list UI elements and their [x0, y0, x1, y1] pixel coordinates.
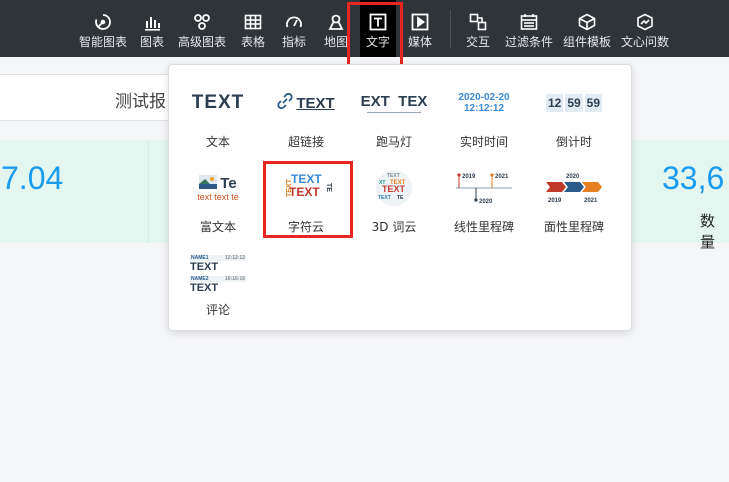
menu-item-hyperlink[interactable]: TEXT 超链接	[259, 75, 353, 155]
toolbar-text[interactable]: 文字	[360, 0, 396, 57]
toolbar-divider	[450, 10, 451, 48]
hyperlink-preview: TEXT	[296, 94, 335, 112]
kpi-left-value: 7.04	[1, 160, 64, 196]
svg-text:2019: 2019	[462, 174, 476, 180]
svg-text:TE: TE	[397, 195, 404, 201]
text-icon	[368, 12, 388, 32]
menu-item-realtime[interactable]: 2020-02-20 12:12:12 实时时间	[437, 75, 531, 155]
media-play-icon	[410, 12, 430, 32]
countdown-minutes: 59	[565, 94, 583, 112]
toolbar-table[interactable]: 表格	[237, 0, 269, 57]
filter-calendar-icon	[519, 12, 539, 32]
toolbar-advanced-chart[interactable]: 高级图表	[177, 0, 227, 57]
kpi-right-value: 33,6	[662, 160, 725, 196]
top-toolbar: 智能图表 图表 高级图表 表格 指标 地图 文字 媒体 交互 过滤条件 组件模板…	[0, 0, 729, 57]
marquee-preview: EXT TEX	[360, 93, 428, 110]
svg-text:2020: 2020	[479, 199, 493, 205]
svg-text:2020: 2020	[566, 174, 580, 180]
smart-chart-icon	[93, 12, 113, 32]
rich-text-preview: Te	[220, 174, 237, 192]
image-icon	[199, 175, 218, 191]
toolbar-map[interactable]: 地图	[320, 0, 352, 57]
link-icon	[277, 92, 293, 113]
menu-item-text[interactable]: TEXT 文本	[171, 75, 265, 155]
toolbar-chart[interactable]: 图表	[136, 0, 168, 57]
svg-text:TEXT: TEXT	[289, 185, 320, 199]
menu-item-marquee[interactable]: EXT TEX 跑马灯	[347, 75, 441, 155]
svg-text:2019: 2019	[548, 198, 562, 204]
interaction-icon	[468, 12, 488, 32]
toolbar-component-template[interactable]: 组件模板	[562, 0, 612, 57]
linear-milestone-preview: 2019 2021 2020	[454, 166, 514, 210]
text-component-menu: TEXT 文本 TEXT 超链接 EXT TEX 跑马灯 2020-02-20 …	[168, 64, 632, 331]
svg-text:TE: TE	[325, 183, 332, 192]
countdown-seconds: 59	[584, 94, 603, 112]
svg-text:TEXT: TEXT	[291, 172, 322, 186]
toolbar-media[interactable]: 媒体	[404, 0, 436, 57]
menu-item-rich-text[interactable]: Te text text te 富文本	[171, 160, 265, 240]
rich-text-subline: text text te	[197, 191, 239, 202]
menu-item-countdown[interactable]: 12 59 59 倒计时	[527, 75, 621, 155]
wenxin-icon	[635, 12, 655, 32]
map-pin-icon	[326, 12, 346, 32]
bar-chart-icon	[142, 12, 162, 32]
svg-text:TEXT: TEXT	[286, 178, 293, 197]
realtime-time: 12:12:12	[463, 103, 505, 114]
toolbar-wenxin[interactable]: 文心问数	[620, 0, 670, 57]
toolbar-indicator[interactable]: 指标	[278, 0, 310, 57]
menu-item-3d-word-cloud[interactable]: TEXT XT TEXT TEXT TEXT TE 3D 词云	[347, 160, 441, 240]
table-icon	[243, 12, 263, 32]
gauge-icon	[284, 12, 304, 32]
advanced-chart-icon	[192, 12, 212, 32]
comment-preview: NAME1 12:12:12 TEXT NAME2 16:16:16 TEXT	[190, 254, 246, 294]
svg-text:TEXT: TEXT	[382, 184, 406, 194]
toolbar-interaction[interactable]: 交互	[462, 0, 494, 57]
svg-text:TEXT: TEXT	[387, 173, 400, 179]
menu-item-area-milestone[interactable]: 2020 2019 2021 面性里程碑	[527, 160, 621, 240]
toolbar-filter[interactable]: 过滤条件	[504, 0, 554, 57]
word-cloud-preview: TEXT TEXT TEXT TE	[279, 166, 333, 210]
svg-text:2021: 2021	[495, 174, 509, 180]
marquee-track	[367, 112, 421, 113]
report-title: 测试报	[115, 92, 166, 112]
svg-text:2021: 2021	[584, 198, 598, 204]
kpi-divider	[148, 140, 149, 243]
countdown-hours: 12	[545, 94, 564, 112]
svg-text:TEXT: TEXT	[378, 195, 391, 201]
text-preview: TEXT	[191, 92, 245, 113]
kpi-right-label: 数量	[700, 212, 716, 251]
report-title-box[interactable]: 测试报	[0, 74, 196, 121]
menu-item-linear-milestone[interactable]: 2019 2021 2020 线性里程碑	[437, 160, 531, 240]
menu-item-word-cloud[interactable]: TEXT TEXT TEXT TE 字符云	[259, 160, 353, 240]
component-template-icon	[577, 12, 597, 32]
area-milestone-preview: 2020 2019 2021	[544, 166, 604, 210]
realtime-date: 2020-02-20	[458, 92, 510, 103]
toolbar-smart-chart[interactable]: 智能图表	[78, 0, 128, 57]
menu-item-comment[interactable]: NAME1 12:12:12 TEXT NAME2 16:16:16 TEXT …	[171, 243, 265, 323]
3d-word-cloud-preview: TEXT XT TEXT TEXT TEXT TE	[374, 166, 414, 210]
